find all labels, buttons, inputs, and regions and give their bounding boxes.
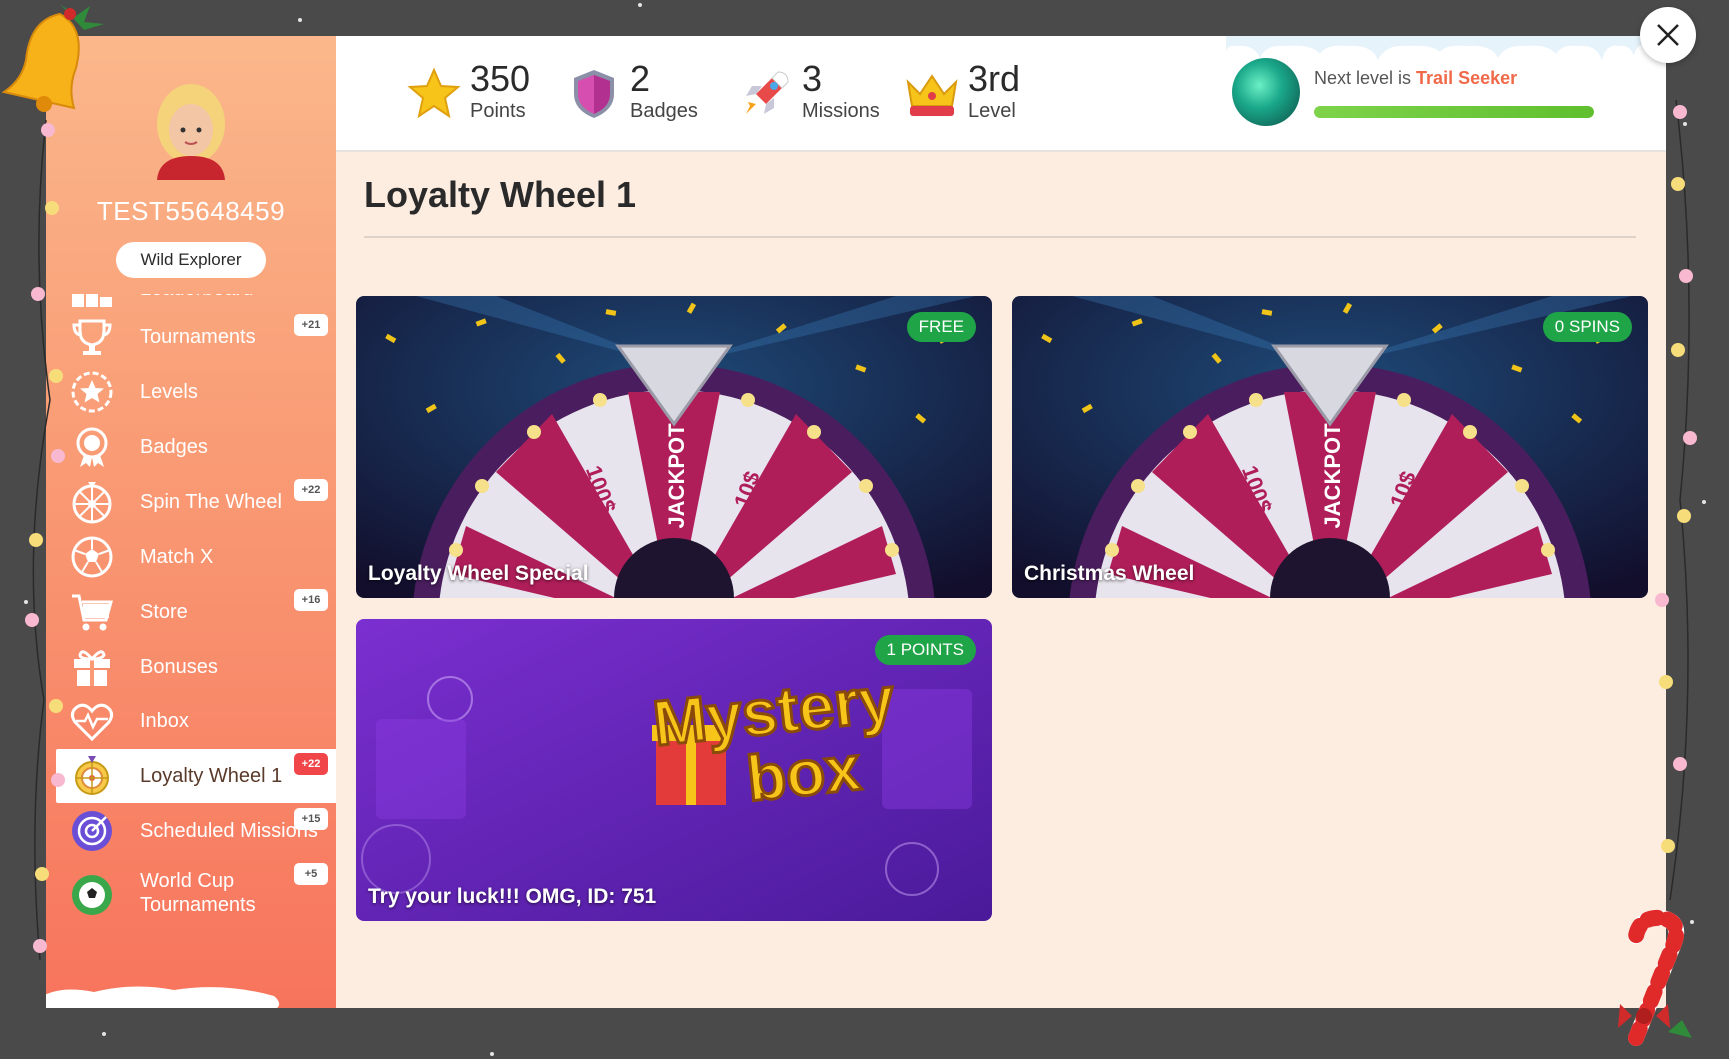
title-divider xyxy=(364,236,1636,238)
star-icon xyxy=(70,370,114,414)
close-icon xyxy=(1657,24,1679,46)
next-level-text: Next level is Trail Seeker xyxy=(1314,68,1517,89)
sidebar-item-match-x[interactable]: Match X xyxy=(56,530,336,584)
level-label: Level xyxy=(968,100,1016,122)
sidebar-item-label: Badges xyxy=(140,436,208,458)
sidebar: TEST55648459 Wild Explorer Leaderboard T… xyxy=(46,36,336,1008)
icicles-decoration xyxy=(1226,36,1646,60)
wheel-card-loyalty-wheel-special[interactable]: JACKPOT 100$ 10$ 90$ 20$ FREE Loyalty Wh… xyxy=(356,296,992,598)
sidebar-item-tournaments[interactable]: Tournaments +21 xyxy=(56,310,336,364)
sidebar-item-loyalty-wheel-1[interactable]: Loyalty Wheel 1 +22 xyxy=(56,749,336,803)
main-content: Loyalty Wheel 1 JACKPOT 100$ 10$ 90$ 20$… xyxy=(336,152,1666,1008)
sidebar-item-world-cup-tournaments[interactable]: World Cup Tournaments +5 xyxy=(56,859,336,919)
sidebar-item-label: World Cup Tournaments xyxy=(140,870,256,916)
candy-cane-icon xyxy=(1618,909,1692,1046)
soccer-ball-icon xyxy=(70,535,114,579)
user-avatar-icon xyxy=(157,84,225,180)
level-value: 3rd xyxy=(968,58,1021,99)
points-value: 350 xyxy=(470,58,531,99)
loyalty-wheel-icon xyxy=(70,754,114,798)
notification-badge: +15 xyxy=(294,808,328,830)
card-title: Christmas Wheel xyxy=(1024,562,1195,585)
badges-value: 2 xyxy=(630,58,651,99)
missions-value: 3 xyxy=(802,58,823,99)
sidebar-item-label: Match X xyxy=(140,546,214,568)
sidebar-nav: Leaderboard Tournaments +21 Levels B xyxy=(46,294,336,1008)
badge-icon xyxy=(70,425,114,469)
wheel-icon xyxy=(70,480,114,524)
crown-icon xyxy=(906,74,958,116)
sidebar-item-label: Inbox xyxy=(140,710,189,732)
target-icon xyxy=(70,809,114,853)
points-label: Points xyxy=(470,100,526,122)
cart-icon xyxy=(70,590,114,634)
wheel-segment-label: JACKPOT xyxy=(1320,423,1345,529)
notification-badge: +5 xyxy=(294,863,328,885)
next-level-prefix: Next level is xyxy=(1314,68,1412,88)
card-title: Try your luck!!! OMG, ID: 751 xyxy=(368,885,657,908)
sidebar-item-badges[interactable]: Badges xyxy=(56,420,336,474)
sidebar-item-label: Spin The Wheel xyxy=(140,491,282,513)
sidebar-item-label: Scheduled Missions xyxy=(140,820,318,842)
shield-icon xyxy=(574,70,614,118)
leaderboard-icon xyxy=(70,294,114,311)
level-progress-bar xyxy=(1314,106,1594,118)
sidebar-item-spin-the-wheel[interactable]: Spin The Wheel +22 xyxy=(56,475,336,529)
badges-label: Badges xyxy=(630,100,698,122)
star-icon xyxy=(407,67,461,119)
sidebar-item-label: Store xyxy=(140,601,188,623)
trophy-icon xyxy=(70,315,114,359)
next-level-name: Trail Seeker xyxy=(1416,68,1518,88)
snow-decoration xyxy=(46,986,280,1008)
level-progress-fill xyxy=(1314,106,1594,118)
notification-badge: +16 xyxy=(294,589,328,611)
mystery-box-card[interactable]: Mystery box 1 POINTS Try your luck!!! OM… xyxy=(356,619,992,921)
notification-badge: +22 xyxy=(294,479,328,501)
username: TEST55648459 xyxy=(96,196,286,226)
card-tag: FREE xyxy=(906,312,976,342)
avatar[interactable] xyxy=(149,80,233,180)
close-button[interactable] xyxy=(1640,7,1696,63)
gift-icon xyxy=(70,645,114,689)
rocket-icon xyxy=(746,71,789,114)
sidebar-item-label: Loyalty Wheel 1 xyxy=(140,765,283,787)
notification-badge: +21 xyxy=(294,314,328,336)
page-title: Loyalty Wheel 1 xyxy=(364,174,637,215)
sidebar-item-scheduled-missions[interactable]: Scheduled Missions +15 xyxy=(56,804,336,858)
sidebar-item-label: Tournaments xyxy=(140,326,256,348)
svg-text:box: box xyxy=(743,731,864,815)
sidebar-item-levels[interactable]: Levels xyxy=(56,365,336,419)
sidebar-item-store[interactable]: Store +16 xyxy=(56,585,336,639)
sidebar-item-bonuses[interactable]: Bonuses xyxy=(56,640,336,694)
notification-badge: +22 xyxy=(294,753,328,775)
sidebar-item-label: Bonuses xyxy=(140,656,218,678)
football-icon xyxy=(70,873,114,917)
card-tag: 0 SPINS xyxy=(1542,312,1632,342)
sidebar-item-label: Levels xyxy=(140,381,198,403)
wheel-segment-label: JACKPOT xyxy=(664,423,689,529)
card-tag: 1 POINTS xyxy=(874,635,976,665)
loyalty-window: TEST55648459 Wild Explorer Leaderboard T… xyxy=(46,36,1666,1008)
sidebar-item-inbox[interactable]: Inbox xyxy=(56,694,336,748)
wheel-card-christmas-wheel[interactable]: JACKPOT 100$ 10$ 90$ 20$ 0 SPINS Christm… xyxy=(1012,296,1648,598)
heart-pulse-icon xyxy=(70,699,114,743)
wheel-illustration: JACKPOT 100$ 10$ 90$ 20$ xyxy=(356,296,992,598)
card-title: Loyalty Wheel Special xyxy=(368,562,589,585)
stats-bar: 350 Points 2 Badges 3 Missions 3rd Level… xyxy=(336,36,1666,152)
missions-label: Missions xyxy=(802,100,880,122)
bell-icon xyxy=(1,4,104,112)
rank-badge: Wild Explorer xyxy=(116,242,266,278)
